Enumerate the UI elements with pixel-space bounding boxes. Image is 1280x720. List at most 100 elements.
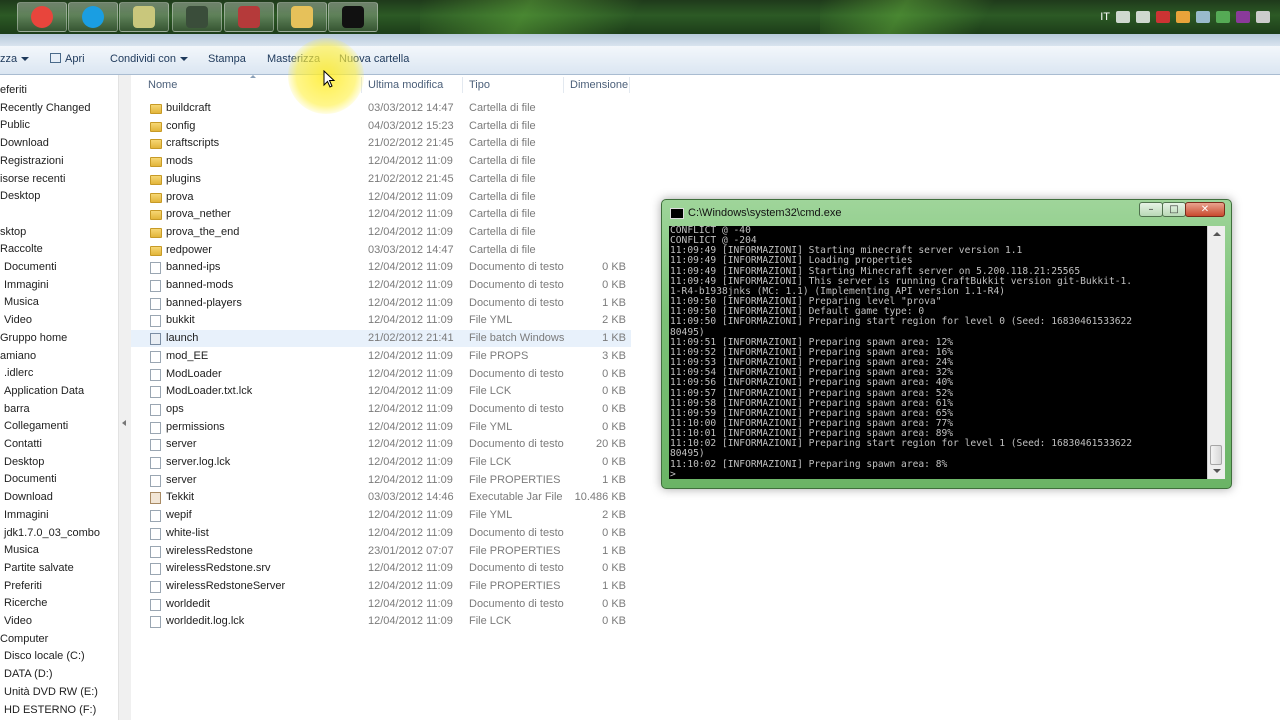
nav-item[interactable]: Documenti: [4, 473, 57, 485]
navigation-scrollbar[interactable]: [118, 75, 131, 720]
nav-item[interactable]: Collegamenti: [4, 420, 68, 432]
nav-item[interactable]: Public: [0, 119, 30, 131]
column-header-type[interactable]: Tipo: [469, 79, 490, 91]
taskbar-app-cmd[interactable]: [328, 2, 378, 32]
file-row[interactable]: bukkit 12/04/2012 11:09 File YML 2 KB: [131, 312, 631, 329]
taskbar-app-skype[interactable]: [68, 2, 118, 32]
file-row[interactable]: prova_the_end 12/04/2012 11:09 Cartella di…: [131, 224, 631, 241]
nav-item[interactable]: HD ESTERNO (F:): [4, 704, 96, 716]
column-divider[interactable]: [462, 77, 463, 93]
nav-item[interactable]: DATA (D:): [4, 668, 52, 680]
file-row[interactable]: wirelessRedstoneServer 12/04/2012 11:09 Fi…: [131, 578, 631, 595]
nav-item[interactable]: eferiti: [0, 84, 27, 96]
tray-icon[interactable]: [1176, 11, 1190, 23]
open-button[interactable]: Apri: [50, 53, 85, 65]
file-row[interactable]: banned-ips 12/04/2012 11:09 Documento di t…: [131, 259, 631, 276]
tray-icon[interactable]: [1196, 11, 1210, 23]
nav-item[interactable]: Contatti: [4, 438, 42, 450]
scroll-thumb[interactable]: [1210, 445, 1222, 465]
share-button[interactable]: Condividi con: [110, 53, 189, 65]
tray-icon[interactable]: [1236, 11, 1250, 23]
nav-item[interactable]: Application Data: [4, 385, 84, 397]
nav-item[interactable]: Ricerche: [4, 597, 47, 609]
file-row[interactable]: banned-mods 12/04/2012 11:09 Documento di …: [131, 277, 631, 294]
file-row[interactable]: launch 21/02/2012 21:41 File batch Windows…: [131, 330, 631, 347]
file-row[interactable]: banned-players 12/04/2012 11:09 Documento …: [131, 295, 631, 312]
taskbar-app-chrome[interactable]: [17, 2, 67, 32]
file-row[interactable]: worldedit.log.lck 12/04/2012 11:09 File LC…: [131, 613, 631, 630]
tray-icon[interactable]: [1136, 11, 1150, 23]
file-row[interactable]: config 04/03/2012 15:23 Cartella di file: [131, 118, 631, 135]
console-scrollbar[interactable]: [1207, 226, 1225, 479]
file-row[interactable]: wirelessRedstone.srv 12/04/2012 11:09 Docu…: [131, 560, 631, 577]
nav-item[interactable]: Gruppo home: [0, 332, 67, 344]
nav-item[interactable]: Preferiti: [4, 580, 42, 592]
nav-item[interactable]: jdk1.7.0_03_combo: [4, 527, 100, 539]
file-row[interactable]: redpower 03/03/2012 14:47 Cartella di file: [131, 242, 631, 259]
tray-icon[interactable]: [1256, 11, 1270, 23]
file-row[interactable]: plugins 21/02/2012 21:45 Cartella di file: [131, 171, 631, 188]
nav-item[interactable]: .idlerc: [4, 367, 33, 379]
nav-item[interactable]: amiano: [0, 350, 36, 362]
tray-icon[interactable]: [1156, 11, 1170, 23]
file-row[interactable]: wepif 12/04/2012 11:09 File YML 2 KB: [131, 507, 631, 524]
nav-item[interactable]: Recently Changed: [0, 102, 91, 114]
nav-item[interactable]: Download: [0, 137, 49, 149]
close-button[interactable]: ✕: [1185, 202, 1225, 217]
console-output[interactable]: CONFLICT @ -40 CONFLICT @ -204 11:09:49 …: [669, 226, 1207, 479]
nav-item[interactable]: Disco locale (C:): [4, 650, 85, 662]
nav-item[interactable]: Video: [4, 615, 32, 627]
taskbar-app-app5[interactable]: [224, 2, 274, 32]
file-row[interactable]: permissions 12/04/2012 11:09 File YML 0 KB: [131, 419, 631, 436]
nav-item[interactable]: Documenti: [4, 261, 57, 273]
column-divider[interactable]: [563, 77, 564, 93]
scroll-up-icon[interactable]: [1213, 232, 1221, 236]
nav-item[interactable]: Video: [4, 314, 32, 326]
nav-item[interactable]: Musica: [4, 544, 39, 556]
nav-item[interactable]: Registrazioni: [0, 155, 64, 167]
nav-item[interactable]: isorse recenti: [0, 173, 65, 185]
tray-icon[interactable]: [1216, 11, 1230, 23]
file-row[interactable]: prova 12/04/2012 11:09 Cartella di file: [131, 189, 631, 206]
nav-item[interactable]: Download: [4, 491, 53, 503]
nav-item[interactable]: Computer: [0, 633, 48, 645]
file-row[interactable]: craftscripts 21/02/2012 21:45 Cartella di …: [131, 135, 631, 152]
nav-item[interactable]: Desktop: [4, 456, 44, 468]
column-header-modified[interactable]: Ultima modifica: [368, 79, 443, 91]
file-row[interactable]: prova_nether 12/04/2012 11:09 Cartella di …: [131, 206, 631, 223]
column-divider[interactable]: [629, 77, 630, 93]
file-row[interactable]: worldedit 12/04/2012 11:09 Documento di te…: [131, 596, 631, 613]
maximize-button[interactable]: □: [1162, 202, 1186, 217]
nav-item[interactable]: barra: [4, 403, 30, 415]
language-indicator[interactable]: IT: [1100, 11, 1110, 23]
nav-item[interactable]: Desktop: [0, 190, 40, 202]
organize-button[interactable]: zza: [0, 53, 30, 65]
nav-item[interactable]: Immagini: [4, 279, 49, 291]
column-header-size[interactable]: Dimensione: [570, 79, 628, 91]
nav-item[interactable]: Raccolte: [0, 243, 43, 255]
file-row[interactable]: ModLoader 12/04/2012 11:09 Documento di te…: [131, 366, 631, 383]
nav-item[interactable]: Partite salvate: [4, 562, 74, 574]
scroll-down-icon[interactable]: [1213, 469, 1221, 473]
file-row[interactable]: buildcraft 03/03/2012 14:47 Cartella di fi…: [131, 100, 631, 117]
taskbar-app-explorer[interactable]: [277, 2, 327, 32]
taskbar-app-app4[interactable]: [172, 2, 222, 32]
file-row[interactable]: server 12/04/2012 11:09 Documento di testo…: [131, 436, 631, 453]
column-header-name[interactable]: Nome: [148, 79, 177, 91]
taskbar-app-notepad[interactable]: [119, 2, 169, 32]
nav-item[interactable]: sktop: [0, 226, 26, 238]
file-row[interactable]: ModLoader.txt.lck 12/04/2012 11:09 File LC…: [131, 383, 631, 400]
file-row[interactable]: mods 12/04/2012 11:09 Cartella di file: [131, 153, 631, 170]
cmd-window[interactable]: C:\Windows\system32\cmd.exe – □ ✕ CONFLI…: [661, 199, 1232, 489]
print-button[interactable]: Stampa: [208, 53, 246, 65]
file-row[interactable]: Tekkit 03/03/2012 14:46 Executable Jar Fil…: [131, 489, 631, 506]
nav-item[interactable]: Immagini: [4, 509, 49, 521]
file-row[interactable]: server 12/04/2012 11:09 File PROPERTIES 1 K…: [131, 472, 631, 489]
tray-icon[interactable]: [1116, 11, 1130, 23]
nav-item[interactable]: Unità DVD RW (E:): [4, 686, 98, 698]
file-row[interactable]: ops 12/04/2012 11:09 Documento di testo 0 K…: [131, 401, 631, 418]
minimize-button[interactable]: –: [1139, 202, 1163, 217]
file-row[interactable]: wirelessRedstone 23/01/2012 07:07 File PRO…: [131, 543, 631, 560]
file-row[interactable]: server.log.lck 12/04/2012 11:09 File LCK 0 …: [131, 454, 631, 471]
file-row[interactable]: white-list 12/04/2012 11:09 Documento di t…: [131, 525, 631, 542]
